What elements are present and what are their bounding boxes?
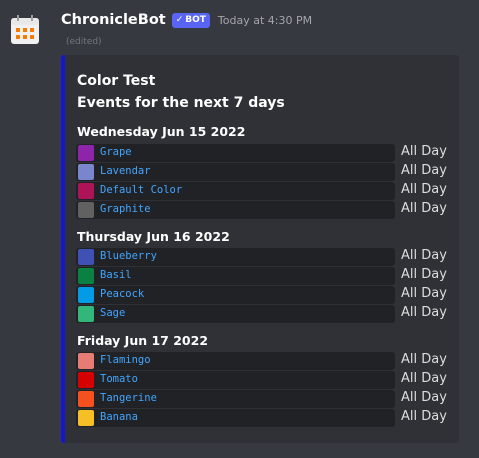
event-name: Flamingo — [100, 354, 151, 366]
color-swatch — [78, 183, 94, 199]
day-title: Thursday Jun 16 2022 — [77, 229, 230, 244]
event-time: All Day — [401, 163, 447, 178]
event-name: Sage — [100, 307, 126, 319]
message-header: ChronicleBot ✓ BOT Today at 4:30 PM — [61, 9, 312, 31]
event-code-block: Banana — [76, 409, 395, 427]
color-swatch — [78, 372, 94, 388]
event-row: Tangerine All Day — [76, 390, 447, 408]
event-name: Grape — [100, 146, 132, 158]
event-name: Tangerine — [100, 392, 157, 404]
event-code-block: Flamingo — [76, 352, 395, 370]
timestamp[interactable]: Today at 4:30 PM — [218, 14, 312, 27]
event-code-block: Blueberry — [76, 248, 395, 266]
event-name: Tomato — [100, 373, 138, 385]
event-time: All Day — [401, 144, 447, 159]
event-code-block: Lavendar — [76, 163, 395, 181]
color-swatch — [78, 249, 94, 265]
event-time: All Day — [401, 352, 447, 367]
day-title: Friday Jun 17 2022 — [77, 333, 209, 348]
bot-badge: ✓ BOT — [171, 12, 210, 28]
event-time: All Day — [401, 248, 447, 263]
username[interactable]: ChronicleBot — [61, 12, 166, 28]
event-code-block: Peacock — [76, 286, 395, 304]
event-time: All Day — [401, 201, 447, 216]
event-row: Peacock All Day — [76, 286, 447, 304]
event-row: Blueberry All Day — [76, 248, 447, 266]
event-row: Grape All Day — [76, 144, 447, 162]
event-name: Banana — [100, 411, 138, 423]
bot-avatar[interactable] — [9, 14, 41, 46]
event-row: Banana All Day — [76, 409, 447, 427]
embed-accent-bar — [61, 55, 65, 443]
color-swatch — [78, 287, 94, 303]
event-row: Sage All Day — [76, 305, 447, 323]
color-swatch — [78, 306, 94, 322]
color-swatch — [78, 164, 94, 180]
event-row: Default Color All Day — [76, 182, 447, 200]
event-name: Basil — [100, 269, 132, 281]
event-name: Default Color — [100, 184, 183, 196]
bot-badge-label: BOT — [185, 15, 206, 25]
event-name: Peacock — [100, 288, 145, 300]
event-name: Graphite — [100, 203, 151, 215]
event-name: Blueberry — [100, 250, 157, 262]
calendar-icon — [11, 15, 39, 44]
edited-label: (edited) — [66, 37, 102, 47]
event-time: All Day — [401, 390, 447, 405]
event-time: All Day — [401, 286, 447, 301]
event-row: Basil All Day — [76, 267, 447, 285]
event-code-block: Sage — [76, 305, 395, 323]
event-name: Lavendar — [100, 165, 151, 177]
event-time: All Day — [401, 409, 447, 424]
color-swatch — [78, 391, 94, 407]
event-code-block: Default Color — [76, 182, 395, 200]
color-swatch — [78, 202, 94, 218]
color-swatch — [78, 145, 94, 161]
event-code-block: Tomato — [76, 371, 395, 389]
embed-card: Color Test Events for the next 7 days We… — [61, 55, 459, 443]
event-time: All Day — [401, 182, 447, 197]
event-code-block: Grape — [76, 144, 395, 162]
event-row: Flamingo All Day — [76, 352, 447, 370]
event-time: All Day — [401, 267, 447, 282]
embed-title: Color Test — [77, 73, 156, 89]
checkmark-icon: ✓ — [175, 15, 184, 25]
event-time: All Day — [401, 305, 447, 320]
color-swatch — [78, 410, 94, 426]
day-title: Wednesday Jun 15 2022 — [77, 124, 246, 139]
event-code-block: Graphite — [76, 201, 395, 219]
event-code-block: Basil — [76, 267, 395, 285]
color-swatch — [78, 353, 94, 369]
color-swatch — [78, 268, 94, 284]
event-time: All Day — [401, 371, 447, 386]
event-code-block: Tangerine — [76, 390, 395, 408]
embed-subtitle: Events for the next 7 days — [77, 95, 285, 111]
event-row: Tomato All Day — [76, 371, 447, 389]
event-row: Lavendar All Day — [76, 163, 447, 181]
event-row: Graphite All Day — [76, 201, 447, 219]
